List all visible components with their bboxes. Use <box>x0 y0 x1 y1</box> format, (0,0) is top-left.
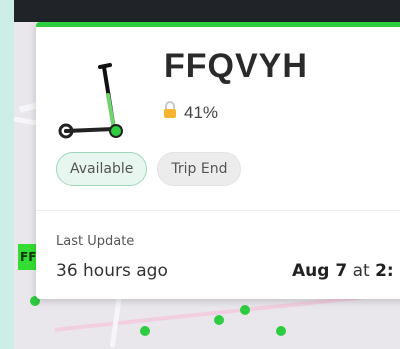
map-vehicle-marker[interactable] <box>214 315 224 325</box>
last-update-date: Aug 7 at 2: <box>292 261 394 281</box>
battery-status: 41% <box>162 101 218 124</box>
scooter-image <box>56 57 130 141</box>
map-vehicle-marker[interactable] <box>276 326 286 336</box>
divider <box>36 210 400 211</box>
map-vehicle-marker[interactable] <box>140 326 150 336</box>
last-update-label: Last Update <box>56 234 135 249</box>
map-vehicle-marker[interactable] <box>240 305 250 315</box>
status-chip-trip-end[interactable]: Trip End <box>157 152 242 186</box>
last-update-day: Aug 7 <box>292 261 348 281</box>
lock-icon <box>162 101 184 124</box>
status-chips: Available Trip End <box>56 152 251 186</box>
battery-percentage: 41% <box>184 102 219 122</box>
vehicle-info-card: FFQVYH 41% Available Trip End Last Updat… <box>36 22 400 299</box>
last-update-at: at <box>352 261 370 281</box>
last-update-time: 2: <box>375 261 394 281</box>
left-panel-edge <box>0 0 14 349</box>
vehicle-id: FFQVYH <box>164 47 308 85</box>
top-bar <box>14 0 400 22</box>
status-chip-available[interactable]: Available <box>56 152 148 186</box>
last-update-relative: 36 hours ago <box>56 261 168 281</box>
